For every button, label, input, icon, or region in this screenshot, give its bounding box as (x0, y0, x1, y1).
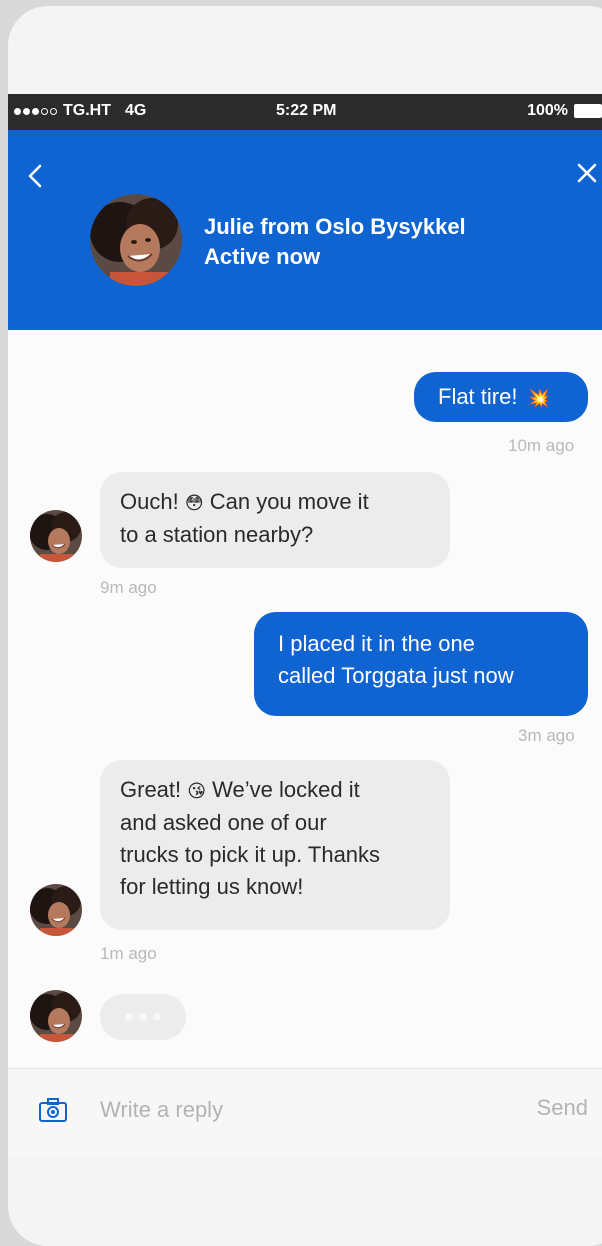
message-text: trucks to pick it up. Thanks (120, 842, 381, 867)
status-time: 5:22 PM (276, 102, 337, 119)
message-timestamp: 3m ago (518, 726, 575, 745)
message-bubble-incoming: Ouch! 😳 Can you move it to a station nea… (100, 472, 450, 568)
message-bubble-incoming: Great! 😘 We’ve locked it and asked one o… (100, 760, 450, 930)
battery-icon (574, 104, 602, 118)
battery-percent: 100% (527, 102, 568, 119)
message-text: Can you move it (209, 489, 369, 514)
message-text: I placed it in the one (278, 631, 475, 656)
reply-composer: Send (8, 1068, 602, 1158)
close-button[interactable] (574, 160, 600, 186)
typing-dot (139, 1013, 147, 1021)
agent-status: Active now (204, 244, 321, 269)
message-text: and asked one of our (120, 810, 327, 835)
typing-indicator (100, 994, 186, 1040)
signal-strength-icon (14, 107, 57, 115)
message-text: to a station nearby? (120, 522, 314, 547)
message-timestamp: 9m ago (100, 578, 157, 597)
status-battery-group: 100% (527, 102, 602, 120)
send-button[interactable]: Send (537, 1095, 588, 1121)
message-bubble-outgoing: Flat tire! 💥 (414, 372, 588, 422)
phone-frame: TG.HT 4G 5:22 PM 100% Julie from Oslo By… (8, 6, 602, 1246)
carrier-name: TG.HT (63, 102, 111, 119)
explosion-emoji: 💥 (527, 388, 551, 408)
chat-header: Julie from Oslo Bysykkel Active now (8, 130, 602, 330)
reply-input[interactable] (100, 1093, 460, 1127)
typing-dot (125, 1013, 133, 1021)
message-bubble-outgoing: I placed it in the one called Torggata j… (254, 612, 588, 716)
agent-name: Julie from Oslo Bysykkel (204, 214, 466, 239)
message-timestamp: 10m ago (508, 436, 575, 455)
camera-button[interactable] (38, 1097, 68, 1123)
agent-avatar-small (30, 990, 82, 1042)
agent-avatar (90, 194, 182, 286)
message-text: Flat tire! (438, 384, 518, 409)
message-text: Ouch! (120, 489, 179, 514)
network-type: 4G (125, 102, 147, 119)
kiss-emoji: 😘 (187, 781, 207, 801)
message-text: for letting us know! (120, 874, 304, 899)
status-carrier-group: TG.HT 4G (14, 102, 146, 120)
back-button[interactable] (24, 160, 48, 192)
camera-icon (39, 1098, 67, 1122)
message-text: called Torggata just now (278, 663, 514, 688)
status-bar: TG.HT 4G 5:22 PM 100% (8, 94, 602, 130)
agent-avatar-small (30, 510, 82, 562)
flushed-emoji: 😳 (184, 493, 204, 513)
agent-avatar-small (30, 884, 82, 936)
close-icon (577, 163, 597, 183)
typing-dot (153, 1013, 161, 1021)
message-text: We’ve locked it (212, 777, 360, 802)
chevron-left-icon (28, 164, 42, 188)
message-timestamp: 1m ago (100, 944, 157, 963)
message-text: Great! (120, 777, 182, 802)
chat-screen: TG.HT 4G 5:22 PM 100% Julie from Oslo By… (8, 94, 602, 1158)
